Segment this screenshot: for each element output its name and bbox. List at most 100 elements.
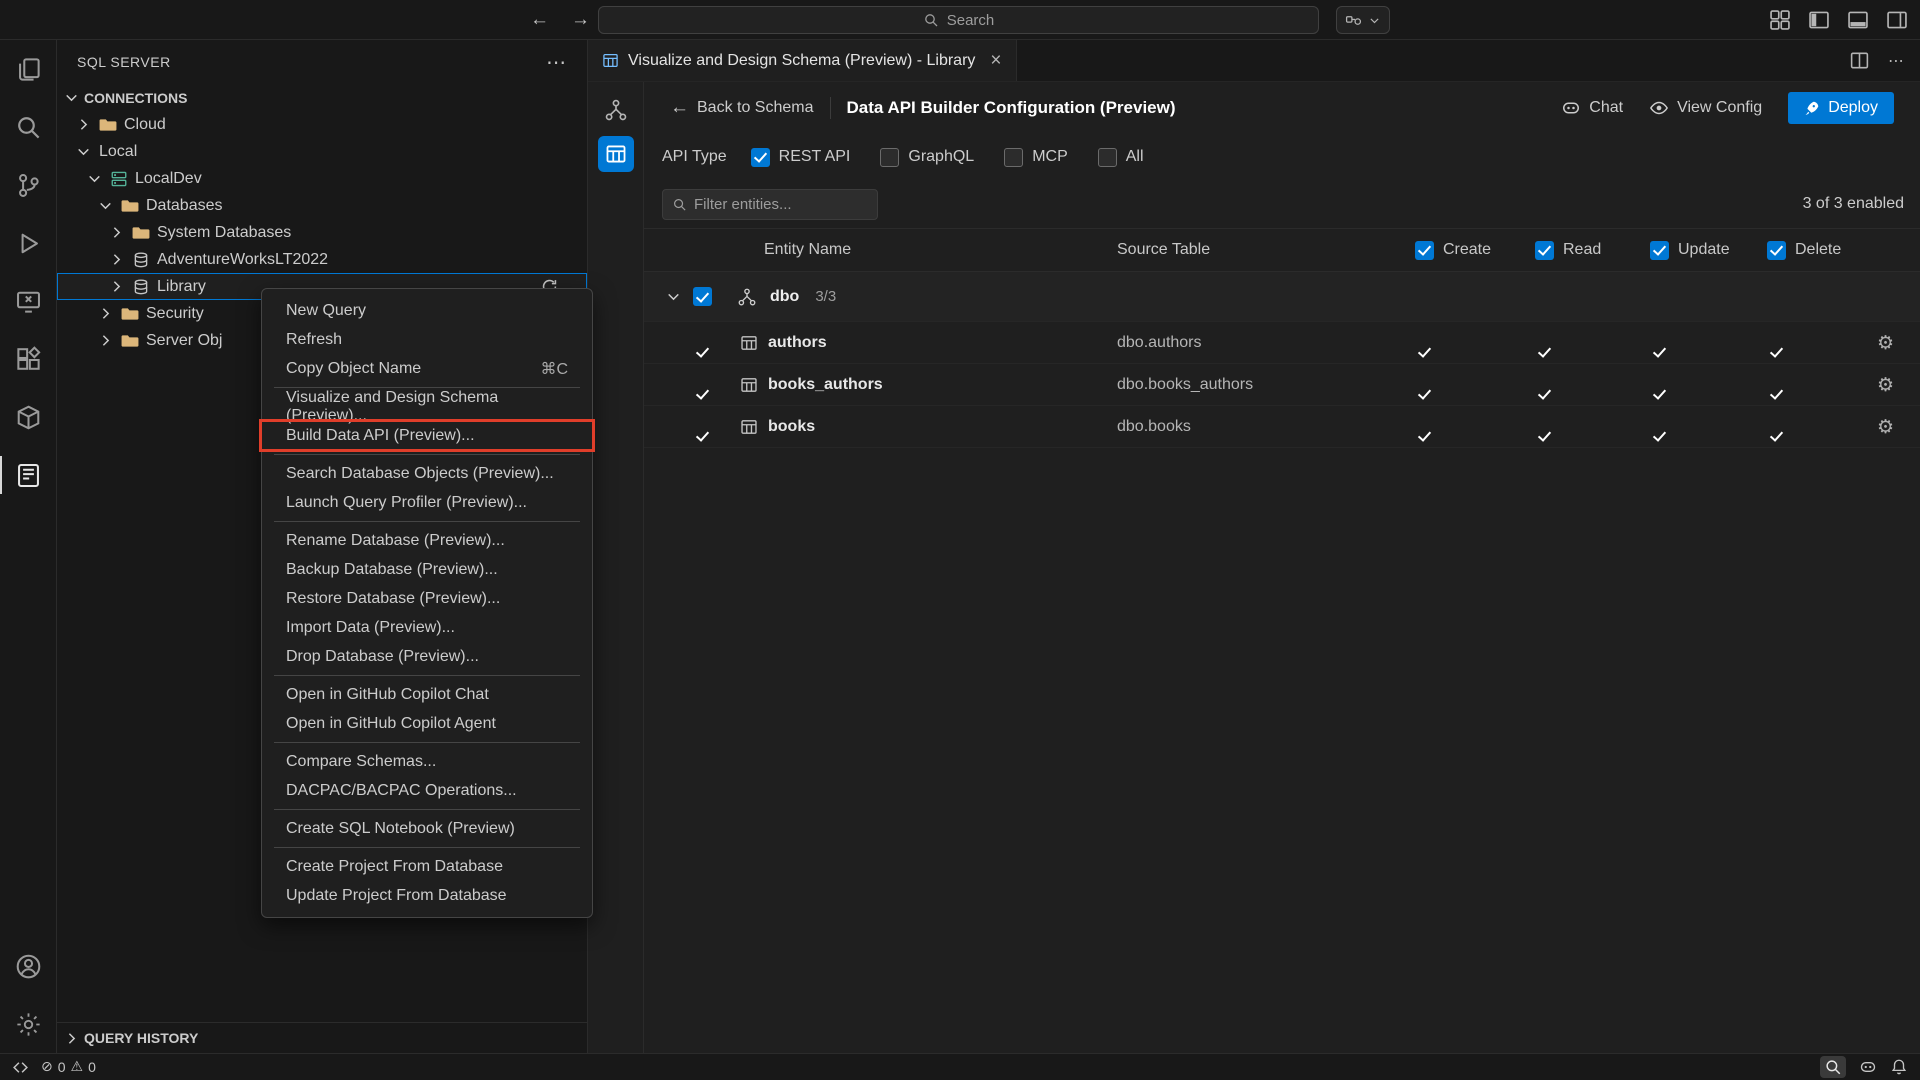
tree-item-label: Server Obj	[146, 332, 222, 350]
close-icon[interactable]: ×	[990, 50, 1001, 72]
chat-button[interactable]: Chat	[1561, 98, 1623, 118]
menu-item-launch-query-profiler[interactable]: Launch Query Profiler (Preview)...	[262, 488, 592, 517]
settings-gear-icon[interactable]	[0, 995, 56, 1053]
menu-item-build-data-api[interactable]: Build Data API (Preview)...	[262, 421, 592, 450]
row-settings-gear-icon[interactable]: ⚙	[1877, 374, 1894, 396]
section-connections[interactable]: CONNECTIONS	[57, 84, 587, 111]
customize-layout-icon[interactable]	[1769, 9, 1791, 31]
problems-indicator[interactable]: ⊘ 0 ⚠ 0	[41, 1059, 96, 1075]
tree-item-label: Security	[146, 305, 204, 323]
notifications-bell-icon[interactable]	[1890, 1058, 1908, 1076]
menu-item-visualize-design-schema[interactable]: Visualize and Design Schema (Preview)...	[262, 392, 592, 421]
menu-item-open-copilot-chat[interactable]: Open in GitHub Copilot Chat	[262, 680, 592, 709]
remote-indicator-icon[interactable]	[12, 1059, 29, 1076]
menu-item-restore-database[interactable]: Restore Database (Preview)...	[262, 584, 592, 613]
tree-item-system-databases[interactable]: System Databases	[57, 219, 587, 246]
delete-all-checkbox[interactable]	[1767, 241, 1786, 260]
extensions-icon[interactable]	[0, 330, 56, 388]
copilot-icon	[1561, 98, 1581, 118]
folder-icon	[121, 305, 139, 323]
row-settings-gear-icon[interactable]: ⚙	[1877, 332, 1894, 354]
menu-item-backup-database[interactable]: Backup Database (Preview)...	[262, 555, 592, 584]
global-search-box[interactable]: Search	[598, 6, 1319, 34]
deploy-button[interactable]: Deploy	[1788, 92, 1894, 124]
filter-entities-box	[662, 189, 878, 220]
tree-item-databases[interactable]: Databases	[57, 192, 587, 219]
toggle-sidebar-left-icon[interactable]	[1808, 9, 1830, 31]
create-all-checkbox[interactable]	[1415, 241, 1434, 260]
chevron-right-icon	[97, 332, 114, 349]
copilot-status-icon[interactable]	[1859, 1058, 1877, 1076]
run-debug-icon[interactable]	[0, 214, 56, 272]
menu-item-compare-schemas[interactable]: Compare Schemas...	[262, 747, 592, 776]
group-checkbox[interactable]	[693, 287, 712, 306]
menu-item-rename-database[interactable]: Rename Database (Preview)...	[262, 526, 592, 555]
toggle-panel-icon[interactable]	[1847, 9, 1869, 31]
api-type-label: API Type	[662, 148, 727, 166]
menu-item-update-project-from-database[interactable]: Update Project From Database	[262, 881, 592, 910]
remote-monitor-icon[interactable]	[0, 272, 56, 330]
source-control-icon[interactable]	[0, 156, 56, 214]
menu-item-copy-object-name[interactable]: Copy Object Name⌘C	[262, 354, 592, 383]
schema-group-row[interactable]: dbo 3/3	[644, 272, 1920, 322]
rest-api-checkbox[interactable]	[751, 148, 770, 167]
tree-item-local[interactable]: Local	[57, 138, 587, 165]
tab-visualize-design-schema[interactable]: Visualize and Design Schema (Preview) - …	[588, 40, 1017, 81]
back-to-schema-link[interactable]: ← Back to Schema	[670, 97, 814, 119]
menu-item-search-database-objects[interactable]: Search Database Objects (Preview)...	[262, 459, 592, 488]
sql-server-icon[interactable]	[0, 446, 56, 504]
chevron-down-icon[interactable]	[665, 288, 682, 305]
editor-area: Visualize and Design Schema (Preview) - …	[588, 40, 1920, 1053]
menu-separator	[274, 454, 580, 455]
menu-item-create-sql-notebook[interactable]: Create SQL Notebook (Preview)	[262, 814, 592, 843]
nav-back-icon[interactable]: ←	[530, 9, 549, 31]
chevron-right-icon	[75, 116, 92, 133]
view-config-button[interactable]: View Config	[1649, 98, 1762, 118]
split-editor-icon[interactable]	[1849, 50, 1870, 71]
arrow-left-icon: ←	[670, 97, 689, 119]
search-icon	[923, 12, 939, 28]
menu-item-create-project-from-database[interactable]: Create Project From Database	[262, 852, 592, 881]
more-actions-icon[interactable]: ⋯	[546, 50, 567, 75]
graphql-checkbox[interactable]	[880, 148, 899, 167]
database-projects-icon[interactable]	[0, 388, 56, 446]
server-icon	[110, 170, 128, 188]
menu-item-new-query[interactable]: New Query	[262, 296, 592, 325]
header-source-table: Source Table	[1117, 241, 1415, 259]
menu-item-drop-database[interactable]: Drop Database (Preview)...	[262, 642, 592, 671]
menu-item-refresh[interactable]: Refresh	[262, 325, 592, 354]
row-settings-gear-icon[interactable]: ⚙	[1877, 416, 1894, 438]
account-icon[interactable]	[0, 937, 56, 995]
toggle-sidebar-right-icon[interactable]	[1886, 9, 1908, 31]
read-all-checkbox[interactable]	[1535, 241, 1554, 260]
layout-control-button[interactable]	[1336, 6, 1390, 34]
data-api-builder-tool-icon[interactable]	[598, 136, 634, 172]
update-all-checkbox[interactable]	[1650, 241, 1669, 260]
menu-separator	[274, 742, 580, 743]
menu-item-open-copilot-agent[interactable]: Open in GitHub Copilot Agent	[262, 709, 592, 738]
mcp-checkbox[interactable]	[1004, 148, 1023, 167]
zoom-status-button[interactable]	[1820, 1056, 1846, 1078]
editor-more-actions-icon[interactable]: ⋯	[1888, 51, 1904, 71]
tree-item-localdev[interactable]: LocalDev	[57, 165, 587, 192]
tree-item-label: Cloud	[124, 116, 166, 134]
schema-count-badge: 3/3	[815, 288, 836, 305]
menu-item-dacpac-bacpac[interactable]: DACPAC/BACPAC Operations...	[262, 776, 592, 805]
folder-icon	[121, 197, 139, 215]
context-menu: New Query Refresh Copy Object Name⌘C Vis…	[261, 288, 593, 918]
schema-diagram-tool-icon[interactable]	[598, 92, 634, 128]
layout-toggle-group	[1769, 0, 1908, 40]
menu-item-import-data[interactable]: Import Data (Preview)...	[262, 613, 592, 642]
chevron-down-icon	[75, 143, 92, 160]
search-icon[interactable]	[0, 98, 56, 156]
filter-entities-input[interactable]	[694, 196, 854, 213]
chevron-right-icon	[108, 251, 125, 268]
tree-item-adventureworks[interactable]: AdventureWorksLT2022	[57, 246, 587, 273]
section-query-history[interactable]: QUERY HISTORY	[57, 1022, 587, 1053]
database-icon	[132, 278, 150, 296]
all-checkbox[interactable]	[1098, 148, 1117, 167]
tree-item-cloud[interactable]: Cloud	[57, 111, 587, 138]
nav-forward-icon[interactable]: →	[571, 9, 590, 31]
explorer-icon[interactable]	[0, 40, 56, 98]
schema-designer-icon	[602, 52, 619, 69]
